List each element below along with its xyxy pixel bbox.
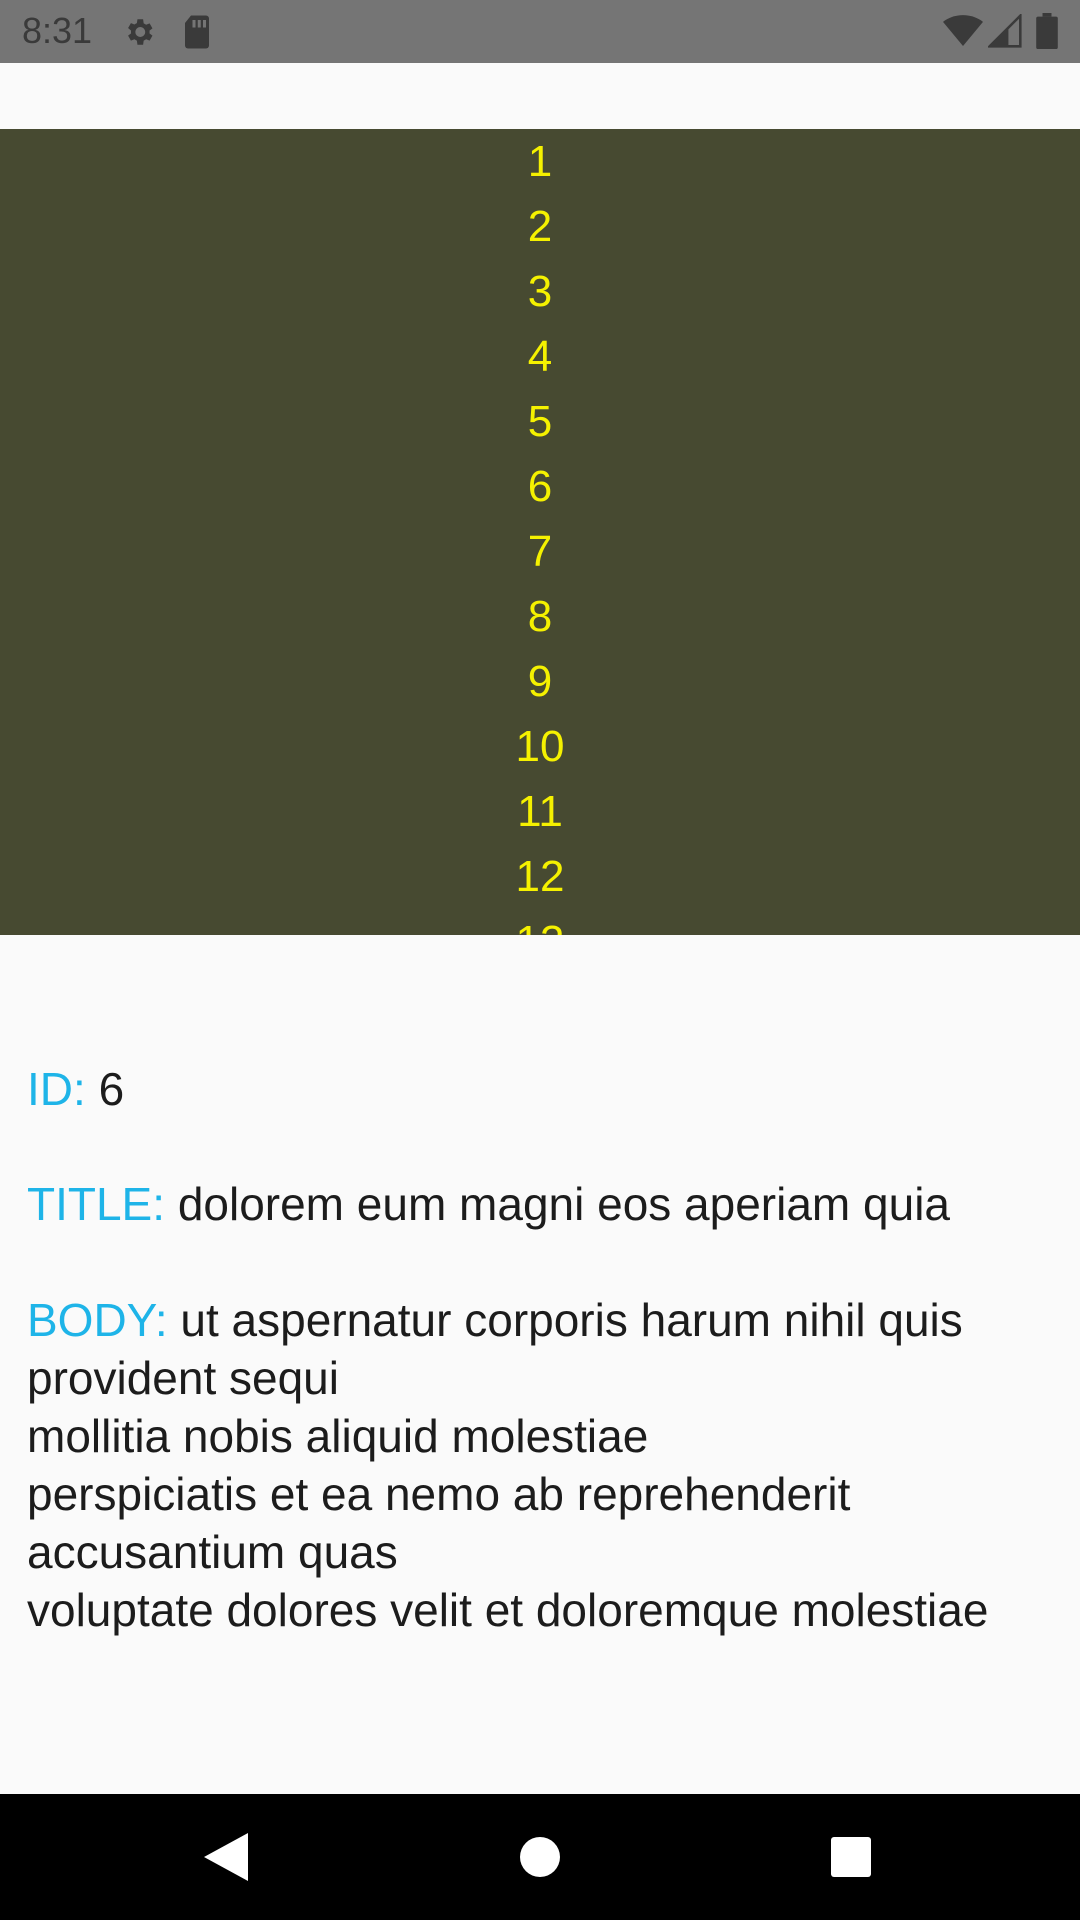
wifi-icon [943,14,983,53]
body-label: BODY: [27,1294,168,1346]
recents-button[interactable] [771,1794,931,1920]
number-list[interactable]: 1 2 3 4 5 6 7 8 9 10 11 12 13 [0,129,1080,935]
app-top-spacer [0,63,1080,129]
body-value: ut aspernatur corporis harum nihil quis … [27,1294,989,1636]
list-item-10[interactable]: 10 [0,714,1080,779]
status-bar: 8:31 [0,0,1080,63]
list-item-6[interactable]: 6 [0,454,1080,519]
detail-id-row: ID: 6 [27,1060,1057,1118]
sd-card-icon [181,14,213,55]
detail-body-row: BODY: ut aspernatur corporis harum nihil… [27,1291,1057,1639]
id-label: ID: [27,1063,86,1115]
navigation-bar [0,1794,1080,1920]
list-item-13[interactable]: 13 [0,909,1080,935]
list-item-5[interactable]: 5 [0,389,1080,454]
list-item-4[interactable]: 4 [0,324,1080,389]
list-item-9[interactable]: 9 [0,649,1080,714]
status-time: 8:31 [22,10,93,51]
id-value: 6 [98,1063,125,1115]
cellular-signal-icon [986,12,1022,53]
list-item-12[interactable]: 12 [0,844,1080,909]
back-button[interactable] [146,1794,306,1920]
list-item-3[interactable]: 3 [0,259,1080,324]
list-item-7[interactable]: 7 [0,519,1080,584]
title-value: dolorem eum magni eos aperiam quia [177,1178,950,1230]
detail-title-row: TITLE: dolorem eum magni eos aperiam qui… [27,1175,1057,1233]
list-item-1[interactable]: 1 [0,129,1080,194]
list-item-8[interactable]: 8 [0,584,1080,649]
battery-icon [1036,13,1058,54]
home-button[interactable] [460,1794,620,1920]
title-label: TITLE: [27,1178,166,1230]
list-item-2[interactable]: 2 [0,194,1080,259]
list-item-11[interactable]: 11 [0,779,1080,844]
settings-gear-icon [122,15,156,54]
